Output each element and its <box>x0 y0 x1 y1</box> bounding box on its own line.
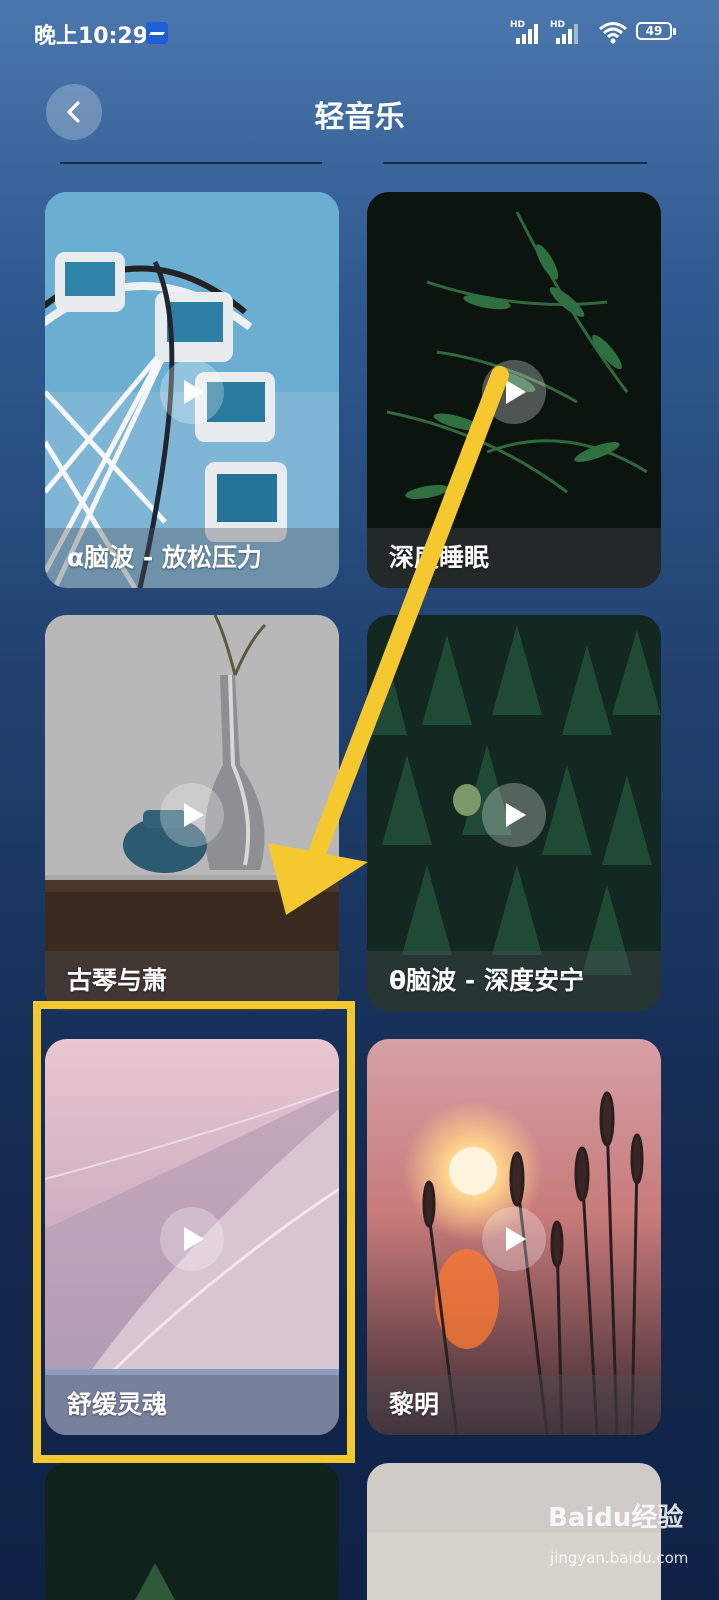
music-card-alpha-wave[interactable]: α脑波 - 放松压力 <box>45 192 339 588</box>
cellular-signal-icon: HD <box>510 20 544 44</box>
play-icon <box>184 380 204 404</box>
tab-divider-right <box>383 162 647 164</box>
app-notification-icon <box>146 22 168 44</box>
card-title: 古琴与萧 <box>67 966 168 995</box>
music-card-deep-sleep[interactable]: 深度睡眠 <box>367 192 661 588</box>
wifi-icon <box>599 22 627 44</box>
page-title: 轻音乐 <box>314 100 405 135</box>
watermark: Baidu经验 jingyan.baidu.com <box>548 1497 698 1575</box>
music-card-theta-wave[interactable]: θ脑波 - 深度安宁 <box>367 615 661 1011</box>
play-button[interactable] <box>160 360 224 424</box>
cellular-signal-2-icon: HD <box>550 20 584 44</box>
network-tag-2: HD <box>550 20 566 30</box>
header: 轻音乐 <box>0 70 719 160</box>
music-card-dawn[interactable]: 黎明 <box>367 1039 661 1435</box>
play-icon <box>506 380 526 404</box>
music-card-partial-left[interactable] <box>45 1463 339 1600</box>
card-title: 黎明 <box>389 1390 440 1419</box>
play-button[interactable] <box>160 783 224 847</box>
partial-card-image <box>45 1463 339 1600</box>
card-title: α脑波 - 放松压力 <box>67 543 262 572</box>
play-button[interactable] <box>482 360 546 424</box>
music-card-guqin[interactable]: 古琴与萧 <box>45 615 339 1011</box>
status-time: 晚上10:29 <box>34 24 149 49</box>
play-icon <box>506 803 526 827</box>
play-button[interactable] <box>482 1207 546 1271</box>
play-button[interactable] <box>482 783 546 847</box>
card-title: θ脑波 - 深度安宁 <box>389 966 584 995</box>
tab-divider-left <box>60 162 322 164</box>
play-icon <box>184 803 204 827</box>
play-icon <box>506 1227 526 1251</box>
watermark-logo: Baidu经验 <box>548 1503 684 1533</box>
battery-level: 49 <box>645 24 663 38</box>
status-bar: 晚上10:29 HD HD 49 <box>0 0 719 66</box>
battery-icon: 49 <box>636 22 676 40</box>
highlight-box <box>33 1001 355 1463</box>
watermark-url: jingyan.baidu.com <box>550 1549 689 1567</box>
network-tag: HD <box>510 20 526 30</box>
card-title: 深度睡眠 <box>389 543 490 572</box>
